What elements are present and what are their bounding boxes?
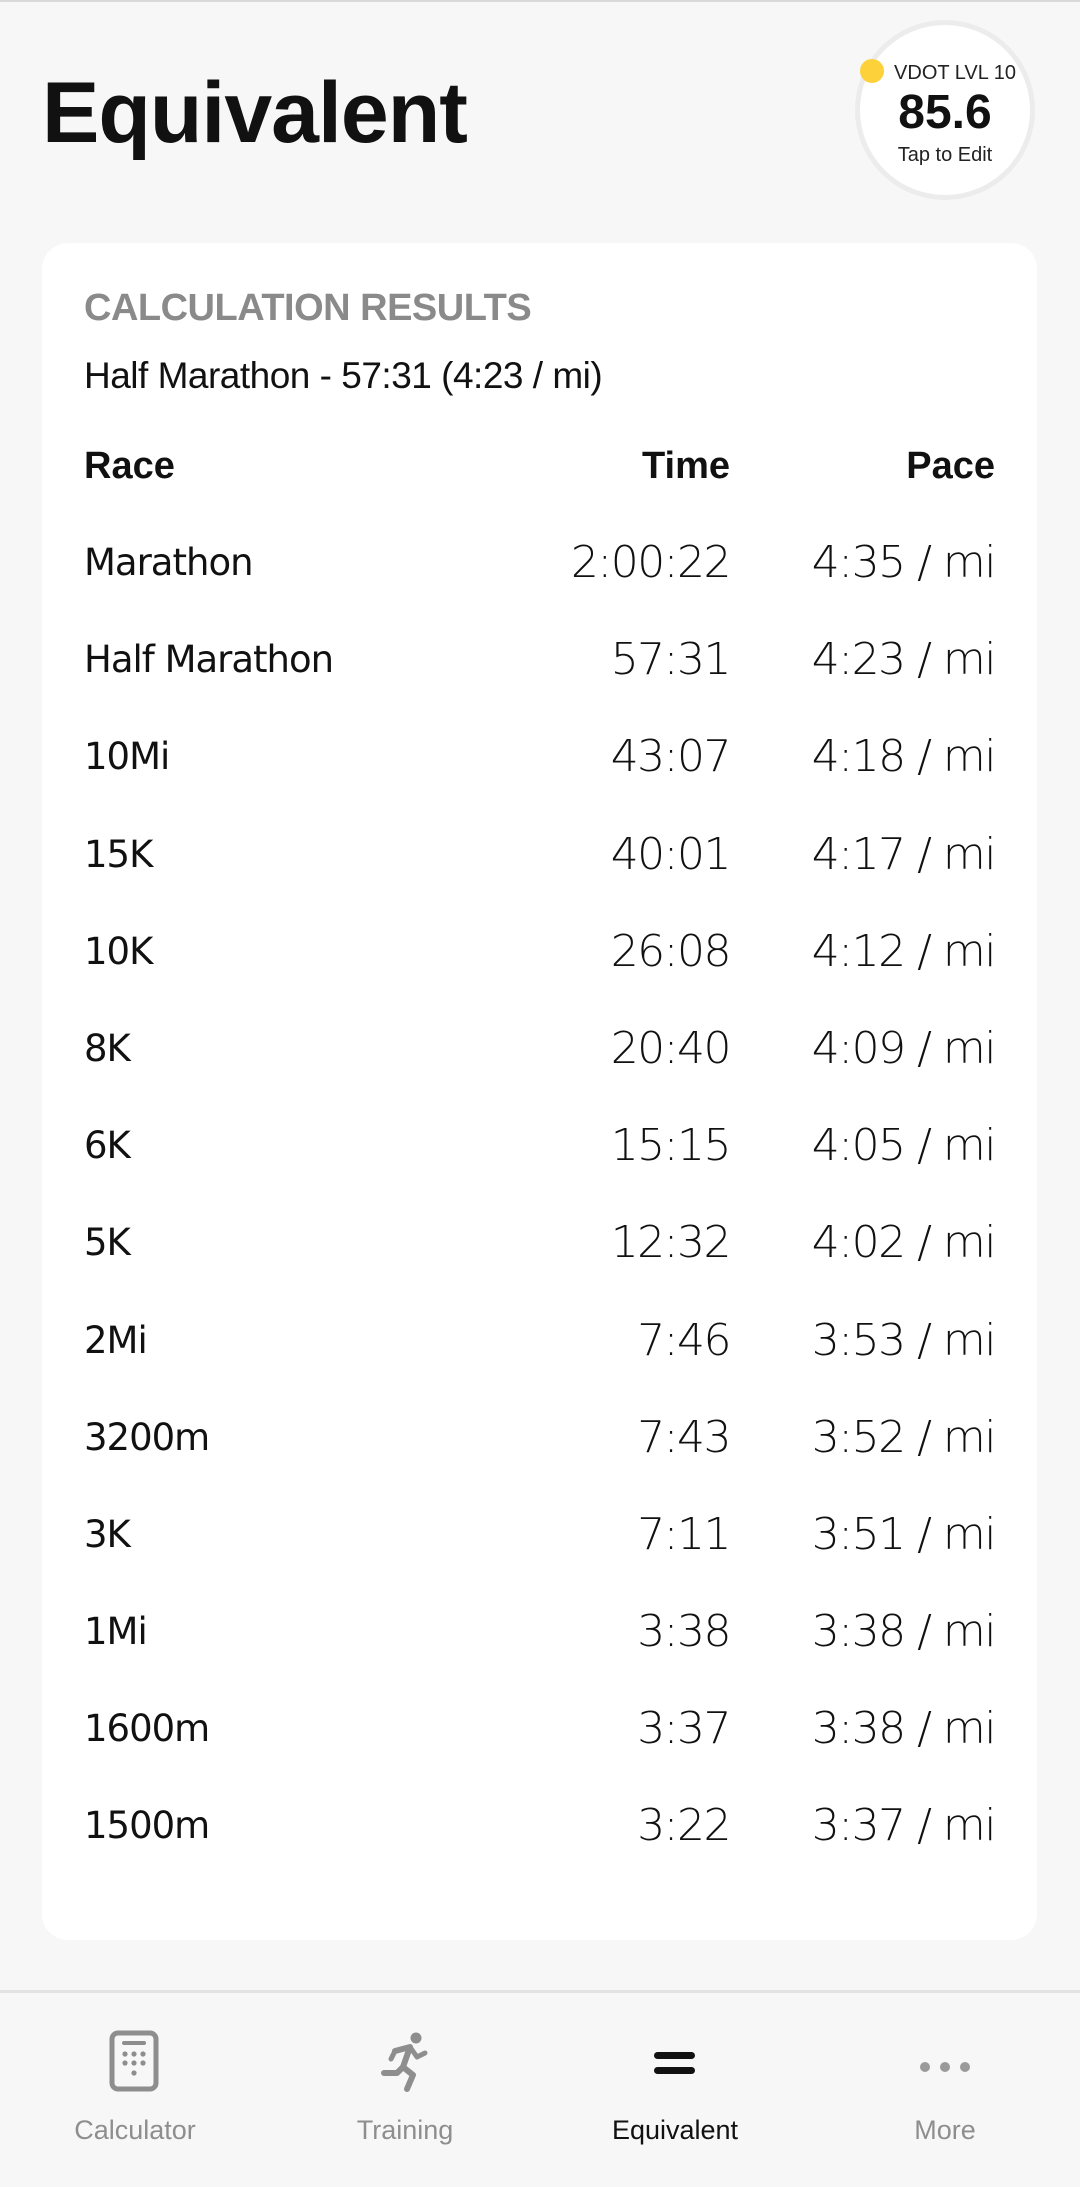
tab-label: Equivalent (611, 2115, 739, 2145)
race-name: 3200m (84, 1415, 210, 1459)
vdot-badge[interactable]: VDOT LVL 10 85.6 Tap to Edit (855, 20, 1035, 200)
status-divider (0, 0, 1080, 2)
race-time: 3:22 (637, 1800, 731, 1852)
tab-label: More (914, 2115, 976, 2145)
section-title: CALCULATION RESULTS (84, 287, 532, 329)
race-time: 2:00:22 (570, 537, 732, 588)
race-pace: 4:02 / mi (811, 1217, 997, 1269)
race-pace: 3:51 / mi (811, 1508, 997, 1560)
race-name: 10K (84, 929, 153, 973)
race-time: 57:31 (610, 634, 732, 686)
tab-label: Calculator (74, 2115, 196, 2145)
race-name: 6K (84, 1124, 131, 1168)
race-pace: 4:23 / mi (811, 634, 997, 686)
race-name: 1600m (84, 1707, 210, 1751)
race-pace: 4:12 / mi (811, 925, 997, 977)
calculator-icon (109, 2030, 159, 2092)
race-name: 3K (84, 1512, 131, 1556)
race-pace: 3:37 / mi (811, 1800, 997, 1852)
vdot-edit-hint: Tap to Edit (897, 144, 993, 166)
results-card: CALCULATION RESULTS Half Marathon - 57:3… (42, 243, 1037, 1940)
table-header: Race Time Pace (84, 445, 995, 495)
race-time: 7:46 (637, 1314, 731, 1366)
table-row: 1500m 3:22 3:37 / mi (84, 1798, 997, 1895)
table-row: 1Mi 3:38 3:38 / mi (84, 1604, 997, 1701)
race-pace: 4:35 / mi (811, 537, 997, 588)
race-pace: 4:05 / mi (811, 1120, 997, 1172)
race-name: Half Marathon (84, 638, 334, 682)
vdot-value: 85.6 (898, 86, 992, 139)
race-pace: 4:17 / mi (811, 828, 997, 880)
tab-label: Training (356, 2115, 454, 2145)
table-row: 3200m 7:43 3:52 / mi (84, 1410, 997, 1507)
race-time: 7:43 (637, 1411, 731, 1463)
race-pace: 3:52 / mi (811, 1411, 997, 1463)
tab-training[interactable]: Training (270, 1993, 540, 2187)
table-row: Half Marathon 57:31 4:23 / mi (84, 632, 997, 729)
results-table: Marathon 2:00:22 4:35 / mi Half Marathon 57… (84, 535, 997, 1896)
race-time: 12:32 (610, 1217, 732, 1269)
input-summary: Half Marathon - 57:31 (4:23 / mi) (84, 355, 603, 396)
bottom-tab-bar: Calculator Training Equivalent More (0, 1990, 1080, 2187)
race-time: 3:38 (637, 1606, 731, 1658)
race-pace: 3:38 / mi (811, 1606, 997, 1658)
race-pace: 4:09 / mi (811, 1022, 997, 1074)
page-title: Equivalent (42, 65, 468, 161)
race-name: 15K (84, 832, 153, 876)
more-dots-icon (920, 2062, 970, 2072)
race-name: Marathon (84, 541, 254, 584)
race-time: 20:40 (610, 1022, 732, 1074)
table-row: 15K 40:01 4:17 / mi (84, 827, 997, 924)
tab-equivalent[interactable]: Equivalent (540, 1993, 810, 2187)
race-name: 2Mi (84, 1318, 148, 1362)
vdot-level-label: VDOT LVL 10 (894, 62, 1016, 84)
race-time: 43:07 (610, 731, 732, 783)
race-pace: 3:38 / mi (811, 1703, 997, 1755)
race-name: 1500m (84, 1804, 210, 1848)
table-row: 8K 20:40 4:09 / mi (84, 1021, 997, 1118)
table-row: 5K 12:32 4:02 / mi (84, 1215, 997, 1312)
table-row: Marathon 2:00:22 4:35 / mi (84, 535, 997, 632)
table-row: 1600m 3:37 3:38 / mi (84, 1701, 997, 1798)
race-time: 7:11 (637, 1508, 731, 1560)
column-header-race: Race (84, 445, 175, 487)
race-pace: 4:18 / mi (811, 731, 997, 783)
equals-icon (654, 2052, 695, 2074)
table-row: 10K 26:08 4:12 / mi (84, 924, 997, 1021)
race-name: 10Mi (84, 735, 170, 779)
tab-more[interactable]: More (810, 1993, 1080, 2187)
race-name: 5K (84, 1221, 131, 1265)
table-row: 6K 15:15 4:05 / mi (84, 1118, 997, 1215)
runner-icon (381, 2032, 428, 2092)
column-header-time: Time (641, 445, 730, 487)
table-row: 3K 7:11 3:51 / mi (84, 1507, 997, 1604)
race-time: 26:08 (610, 925, 732, 977)
tab-calculator[interactable]: Calculator (0, 1993, 270, 2187)
race-pace: 3:53 / mi (811, 1314, 997, 1366)
column-header-pace: Pace (906, 445, 995, 487)
race-time: 15:15 (610, 1120, 732, 1172)
race-name: 8K (84, 1026, 131, 1070)
table-row: 10Mi 43:07 4:18 / mi (84, 729, 997, 826)
table-row: 2Mi 7:46 3:53 / mi (84, 1313, 997, 1410)
race-time: 3:37 (637, 1703, 731, 1755)
race-name: 1Mi (84, 1610, 148, 1654)
race-time: 40:01 (610, 828, 732, 880)
